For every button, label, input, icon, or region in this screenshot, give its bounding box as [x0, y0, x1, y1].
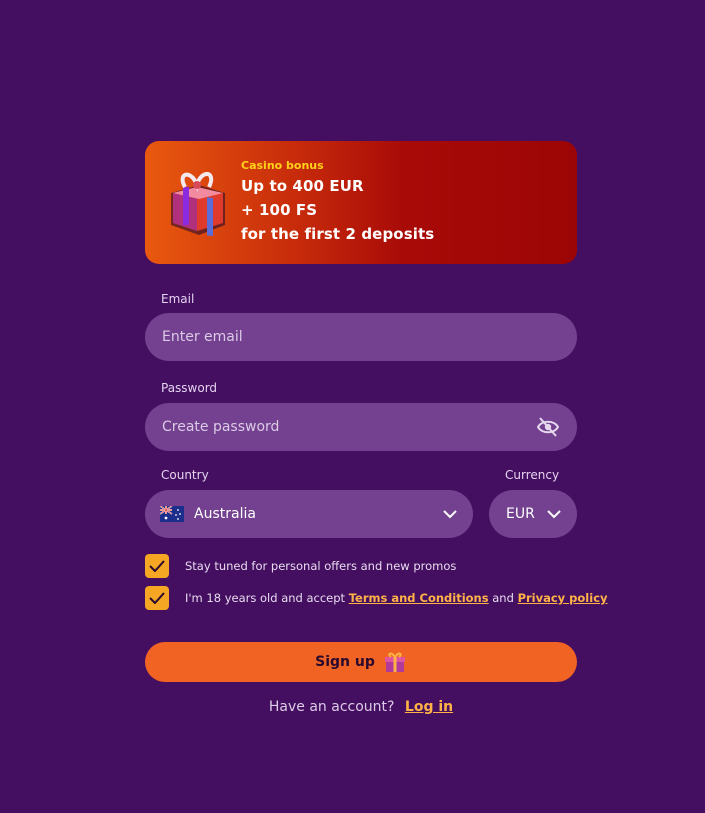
email-label: Email — [161, 292, 195, 306]
bonus-amount: Up to 400 EUR — [241, 177, 364, 195]
checkmark-icon — [149, 560, 165, 572]
promos-checkbox[interactable] — [145, 554, 169, 578]
chevron-down-icon — [443, 509, 457, 518]
password-field[interactable] — [145, 403, 577, 451]
age-text-mid: and — [488, 591, 518, 605]
checkmark-icon — [149, 592, 165, 604]
country-value: Australia — [194, 506, 256, 522]
login-prompt-row: Have an account? Log in — [145, 699, 577, 715]
terms-link[interactable]: Terms and Conditions — [349, 591, 489, 605]
australia-flag-icon — [160, 506, 184, 522]
gift-icon — [384, 652, 405, 672]
bonus-condition: for the first 2 deposits — [241, 225, 435, 243]
age-terms-checkbox[interactable] — [145, 586, 169, 610]
bonus-free-spins: + 100 FS — [241, 201, 318, 219]
age-checkbox-row: I'm 18 years old and accept Terms and Co… — [145, 586, 608, 610]
promos-checkbox-label: Stay tuned for personal offers and new p… — [185, 559, 457, 573]
country-label: Country — [161, 468, 209, 482]
eye-slash-icon[interactable] — [537, 417, 559, 437]
age-terms-label: I'm 18 years old and accept Terms and Co… — [185, 591, 608, 605]
bonus-tag: Casino bonus — [241, 159, 324, 172]
country-select[interactable]: Australia — [145, 490, 473, 538]
gift-box-icon — [171, 172, 225, 237]
login-prompt: Have an account? — [268, 699, 395, 715]
age-text-before: I'm 18 years old and accept — [185, 591, 349, 605]
promos-checkbox-row: Stay tuned for personal offers and new p… — [145, 554, 456, 578]
casino-bonus-banner: Casino bonus Up to 400 EUR + 100 FS for … — [145, 141, 577, 264]
chevron-down-icon — [547, 509, 561, 518]
currency-label: Currency — [505, 468, 560, 482]
currency-value: EUR — [506, 506, 535, 522]
email-field[interactable] — [145, 313, 577, 361]
signup-form-container: Casino bonus Up to 400 EUR + 100 FS for … — [145, 141, 608, 715]
signup-label: Sign up — [315, 654, 375, 670]
login-link[interactable]: Log in — [405, 699, 453, 715]
privacy-link[interactable]: Privacy policy — [518, 591, 608, 605]
signup-button[interactable]: Sign up — [145, 642, 577, 682]
password-wrapper — [145, 403, 577, 451]
currency-select[interactable]: EUR — [489, 490, 577, 538]
password-label: Password — [161, 381, 218, 395]
